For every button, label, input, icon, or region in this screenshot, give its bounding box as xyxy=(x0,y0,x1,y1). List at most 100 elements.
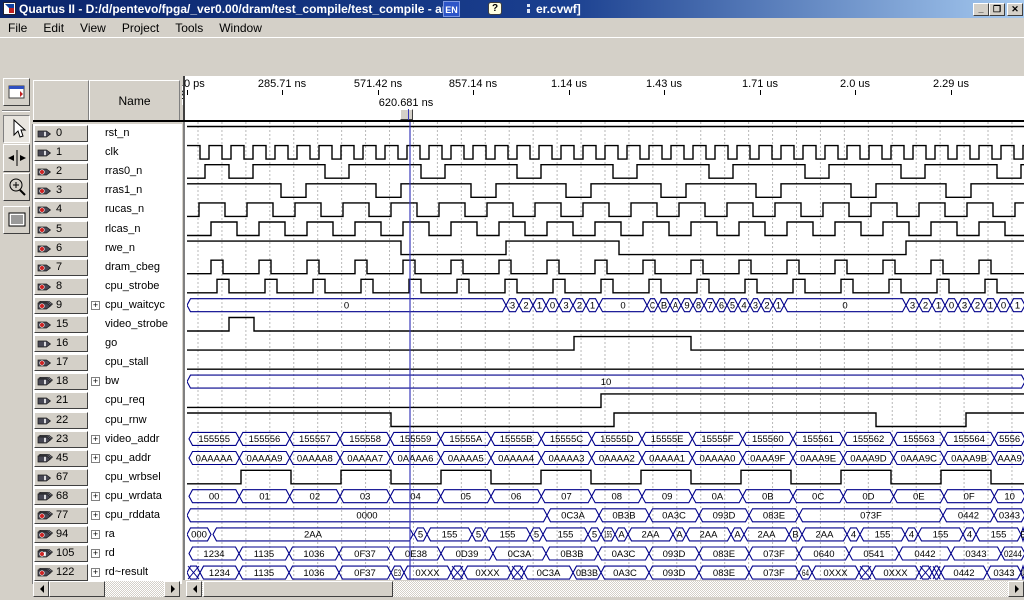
wave-row-rd~result[interactable]: 1234113510360F37E30XXX0XXX0C3A0B3B0A3C09… xyxy=(187,566,1024,579)
fullscreen-tool-icon[interactable] xyxy=(3,206,30,234)
menu-item-tools[interactable]: Tools xyxy=(167,18,211,38)
signal-name-cpu_wrbsel[interactable]: cpu_wrbsel xyxy=(105,471,161,483)
quartus-app-icon[interactable] xyxy=(3,2,16,15)
wave-row-rucas_n[interactable] xyxy=(187,203,1024,217)
signal-handle-cpu_stall[interactable]: 17 xyxy=(34,354,88,371)
wave-row-cpu_rnw[interactable] xyxy=(187,413,1024,427)
signal-handle-cpu_wrdata[interactable]: 68 xyxy=(34,488,88,505)
scroll-right-icon[interactable] xyxy=(1008,581,1024,597)
signal-name-cpu_rnw[interactable]: cpu_rnw xyxy=(105,414,147,426)
signal-name-cpu_stall[interactable]: cpu_stall xyxy=(105,356,148,368)
signal-name-cpu_strobe[interactable]: cpu_strobe xyxy=(105,280,159,292)
signal-handle-rd[interactable]: 105 xyxy=(34,545,88,562)
wave-row-video_strobe[interactable] xyxy=(187,318,1024,332)
signal-handle-ra[interactable]: 94 xyxy=(34,526,88,543)
signal-name-ra[interactable]: ra xyxy=(105,528,115,540)
signal-handle-cpu_strobe[interactable]: 8 xyxy=(34,278,88,295)
close-button-icon[interactable]: ✕ xyxy=(1007,3,1023,16)
wave-row-go[interactable] xyxy=(187,337,1024,351)
signal-handle-bw[interactable]: 18 xyxy=(34,373,88,390)
wave-row-rlcas_n[interactable] xyxy=(187,222,1024,236)
scroll-left-icon[interactable] xyxy=(33,581,49,597)
signal-name-cpu_wrdata[interactable]: cpu_wrdata xyxy=(105,490,162,502)
signal-handle-cpu_rnw[interactable]: 22 xyxy=(34,412,88,429)
signal-name-rwe_n[interactable]: rwe_n xyxy=(105,242,135,254)
wave-row-cpu_wrbsel[interactable] xyxy=(187,470,1024,484)
signal-handle-rst_n[interactable]: 0 xyxy=(34,125,88,142)
signal-name-rd~result[interactable]: rd~result xyxy=(105,566,148,578)
wave-row-video_addr[interactable]: 15555515555615555715555815555915555A1555… xyxy=(189,432,1024,445)
menu-item-window[interactable]: Window xyxy=(211,18,270,38)
wave-row-rras1_n[interactable] xyxy=(187,184,1024,198)
menu-item-project[interactable]: Project xyxy=(114,18,167,38)
expand-plus-icon[interactable]: + xyxy=(91,454,100,463)
signal-handle-rlcas_n[interactable]: 5 xyxy=(34,221,88,238)
timeline-header[interactable]: 0 ps285.71 ns571.42 ns857.14 ns1.14 us1.… xyxy=(183,76,1024,120)
langbar-drag-handle[interactable] xyxy=(527,4,530,13)
waveform-area[interactable]: 032103210CBA9876543210321032101 10 1555551… xyxy=(183,122,1024,580)
signal-handle-rucas_n[interactable]: 4 xyxy=(34,201,88,218)
wave-row-ra[interactable]: 0002AA5155515551555155A2AAA2AAA2AAB2AA41… xyxy=(187,528,1024,541)
signal-name-cpu_rddata[interactable]: cpu_rddata xyxy=(105,509,160,521)
waveform-edit-tool-icon[interactable] xyxy=(3,144,30,172)
expand-plus-icon[interactable]: + xyxy=(91,530,100,539)
signal-name-video_addr[interactable]: video_addr xyxy=(105,433,159,445)
wave-row-rd[interactable]: 1234113510360F370E380D390C3A0B3B0A3C093D… xyxy=(189,547,1024,560)
wave-row-cpu_strobe[interactable] xyxy=(187,279,1024,293)
wave-row-cpu_wrdata[interactable]: 000102030405060708090A0B0C0D0E0F10 xyxy=(189,490,1024,503)
selection-tool-icon[interactable] xyxy=(3,115,30,143)
signal-handle-rwe_n[interactable]: 6 xyxy=(34,240,88,257)
expand-plus-icon[interactable]: + xyxy=(91,492,100,501)
signal-name-cpu_waitcyc[interactable]: cpu_waitcyc xyxy=(105,299,165,311)
help-bubble-icon[interactable]: ? xyxy=(488,2,502,15)
expand-plus-icon[interactable]: + xyxy=(91,377,100,386)
restore-button-icon[interactable]: ❐ xyxy=(989,3,1005,16)
master-time-marker-handle[interactable] xyxy=(400,109,413,120)
signal-name-clk[interactable]: clk xyxy=(105,146,118,158)
scrollbar-thumb[interactable] xyxy=(49,581,105,597)
wave-row-cpu_rddata[interactable]: 00000C3A0B3B0A3C093D083E073F04420343 xyxy=(187,509,1024,522)
signal-name-bw[interactable]: bw xyxy=(105,375,119,387)
signal-handle-rras1_n[interactable]: 3 xyxy=(34,182,88,199)
signal-name-cpu_addr[interactable]: cpu_addr xyxy=(105,452,151,464)
signal-handle-cpu_req[interactable]: 21 xyxy=(34,392,88,409)
scrollbar-thumb[interactable] xyxy=(203,581,393,597)
scroll-right-icon[interactable] xyxy=(164,581,180,597)
expand-plus-icon[interactable]: + xyxy=(91,301,100,310)
signal-handle-cpu_waitcyc[interactable]: 9 xyxy=(34,297,88,314)
signal-name-cpu_req[interactable]: cpu_req xyxy=(105,394,145,406)
signal-handle-cpu_rddata[interactable]: 77 xyxy=(34,507,88,524)
wave-row-bw[interactable]: 10 xyxy=(187,375,1024,388)
signal-handle-cpu_wrbsel[interactable]: 67 xyxy=(34,469,88,486)
menu-item-edit[interactable]: Edit xyxy=(35,18,72,38)
wave-row-cpu_waitcyc[interactable]: 032103210CBA9876543210321032101 xyxy=(187,299,1024,312)
expand-plus-icon[interactable]: + xyxy=(91,549,100,558)
menu-item-view[interactable]: View xyxy=(72,18,114,38)
language-indicator[interactable]: EN xyxy=(443,1,460,17)
signal-handle-rd~result[interactable]: 122 xyxy=(34,564,88,581)
name-panel-hscrollbar[interactable] xyxy=(33,581,180,597)
signal-handle-video_strobe[interactable]: 15 xyxy=(34,316,88,333)
wave-row-cpu_addr[interactable]: 0AAAAA0AAAA90AAAA80AAAA70AAAA60AAAA50AAA… xyxy=(189,452,1024,465)
signal-handle-go[interactable]: 16 xyxy=(34,335,88,352)
signal-name-rd[interactable]: rd xyxy=(105,547,115,559)
wave-row-dram_cbeg[interactable] xyxy=(187,260,1024,274)
signal-handle-cpu_addr[interactable]: 45 xyxy=(34,450,88,467)
signal-name-rst_n[interactable]: rst_n xyxy=(105,127,129,139)
waveform-hscrollbar[interactable] xyxy=(186,581,1024,597)
signal-handle-video_addr[interactable]: 23 xyxy=(34,431,88,448)
wave-row-rwe_n[interactable] xyxy=(187,241,1024,255)
scroll-left-icon[interactable] xyxy=(186,581,202,597)
expand-plus-icon[interactable]: + xyxy=(91,511,100,520)
signal-name-video_strobe[interactable]: video_strobe xyxy=(105,318,168,330)
signal-handle-clk[interactable]: 1 xyxy=(34,144,88,161)
wave-row-cpu_req[interactable] xyxy=(187,394,1024,408)
signal-name-dram_cbeg[interactable]: dram_cbeg xyxy=(105,261,160,273)
minimize-button-icon[interactable]: _ xyxy=(973,3,989,16)
signal-name-rucas_n[interactable]: rucas_n xyxy=(105,203,144,215)
signal-name-rras1_n[interactable]: rras1_n xyxy=(105,184,142,196)
zoom-tool-icon[interactable] xyxy=(3,173,30,201)
signal-name-rras0_n[interactable]: rras0_n xyxy=(105,165,142,177)
signal-name-go[interactable]: go xyxy=(105,337,117,349)
signal-handle-rras0_n[interactable]: 2 xyxy=(34,163,88,180)
